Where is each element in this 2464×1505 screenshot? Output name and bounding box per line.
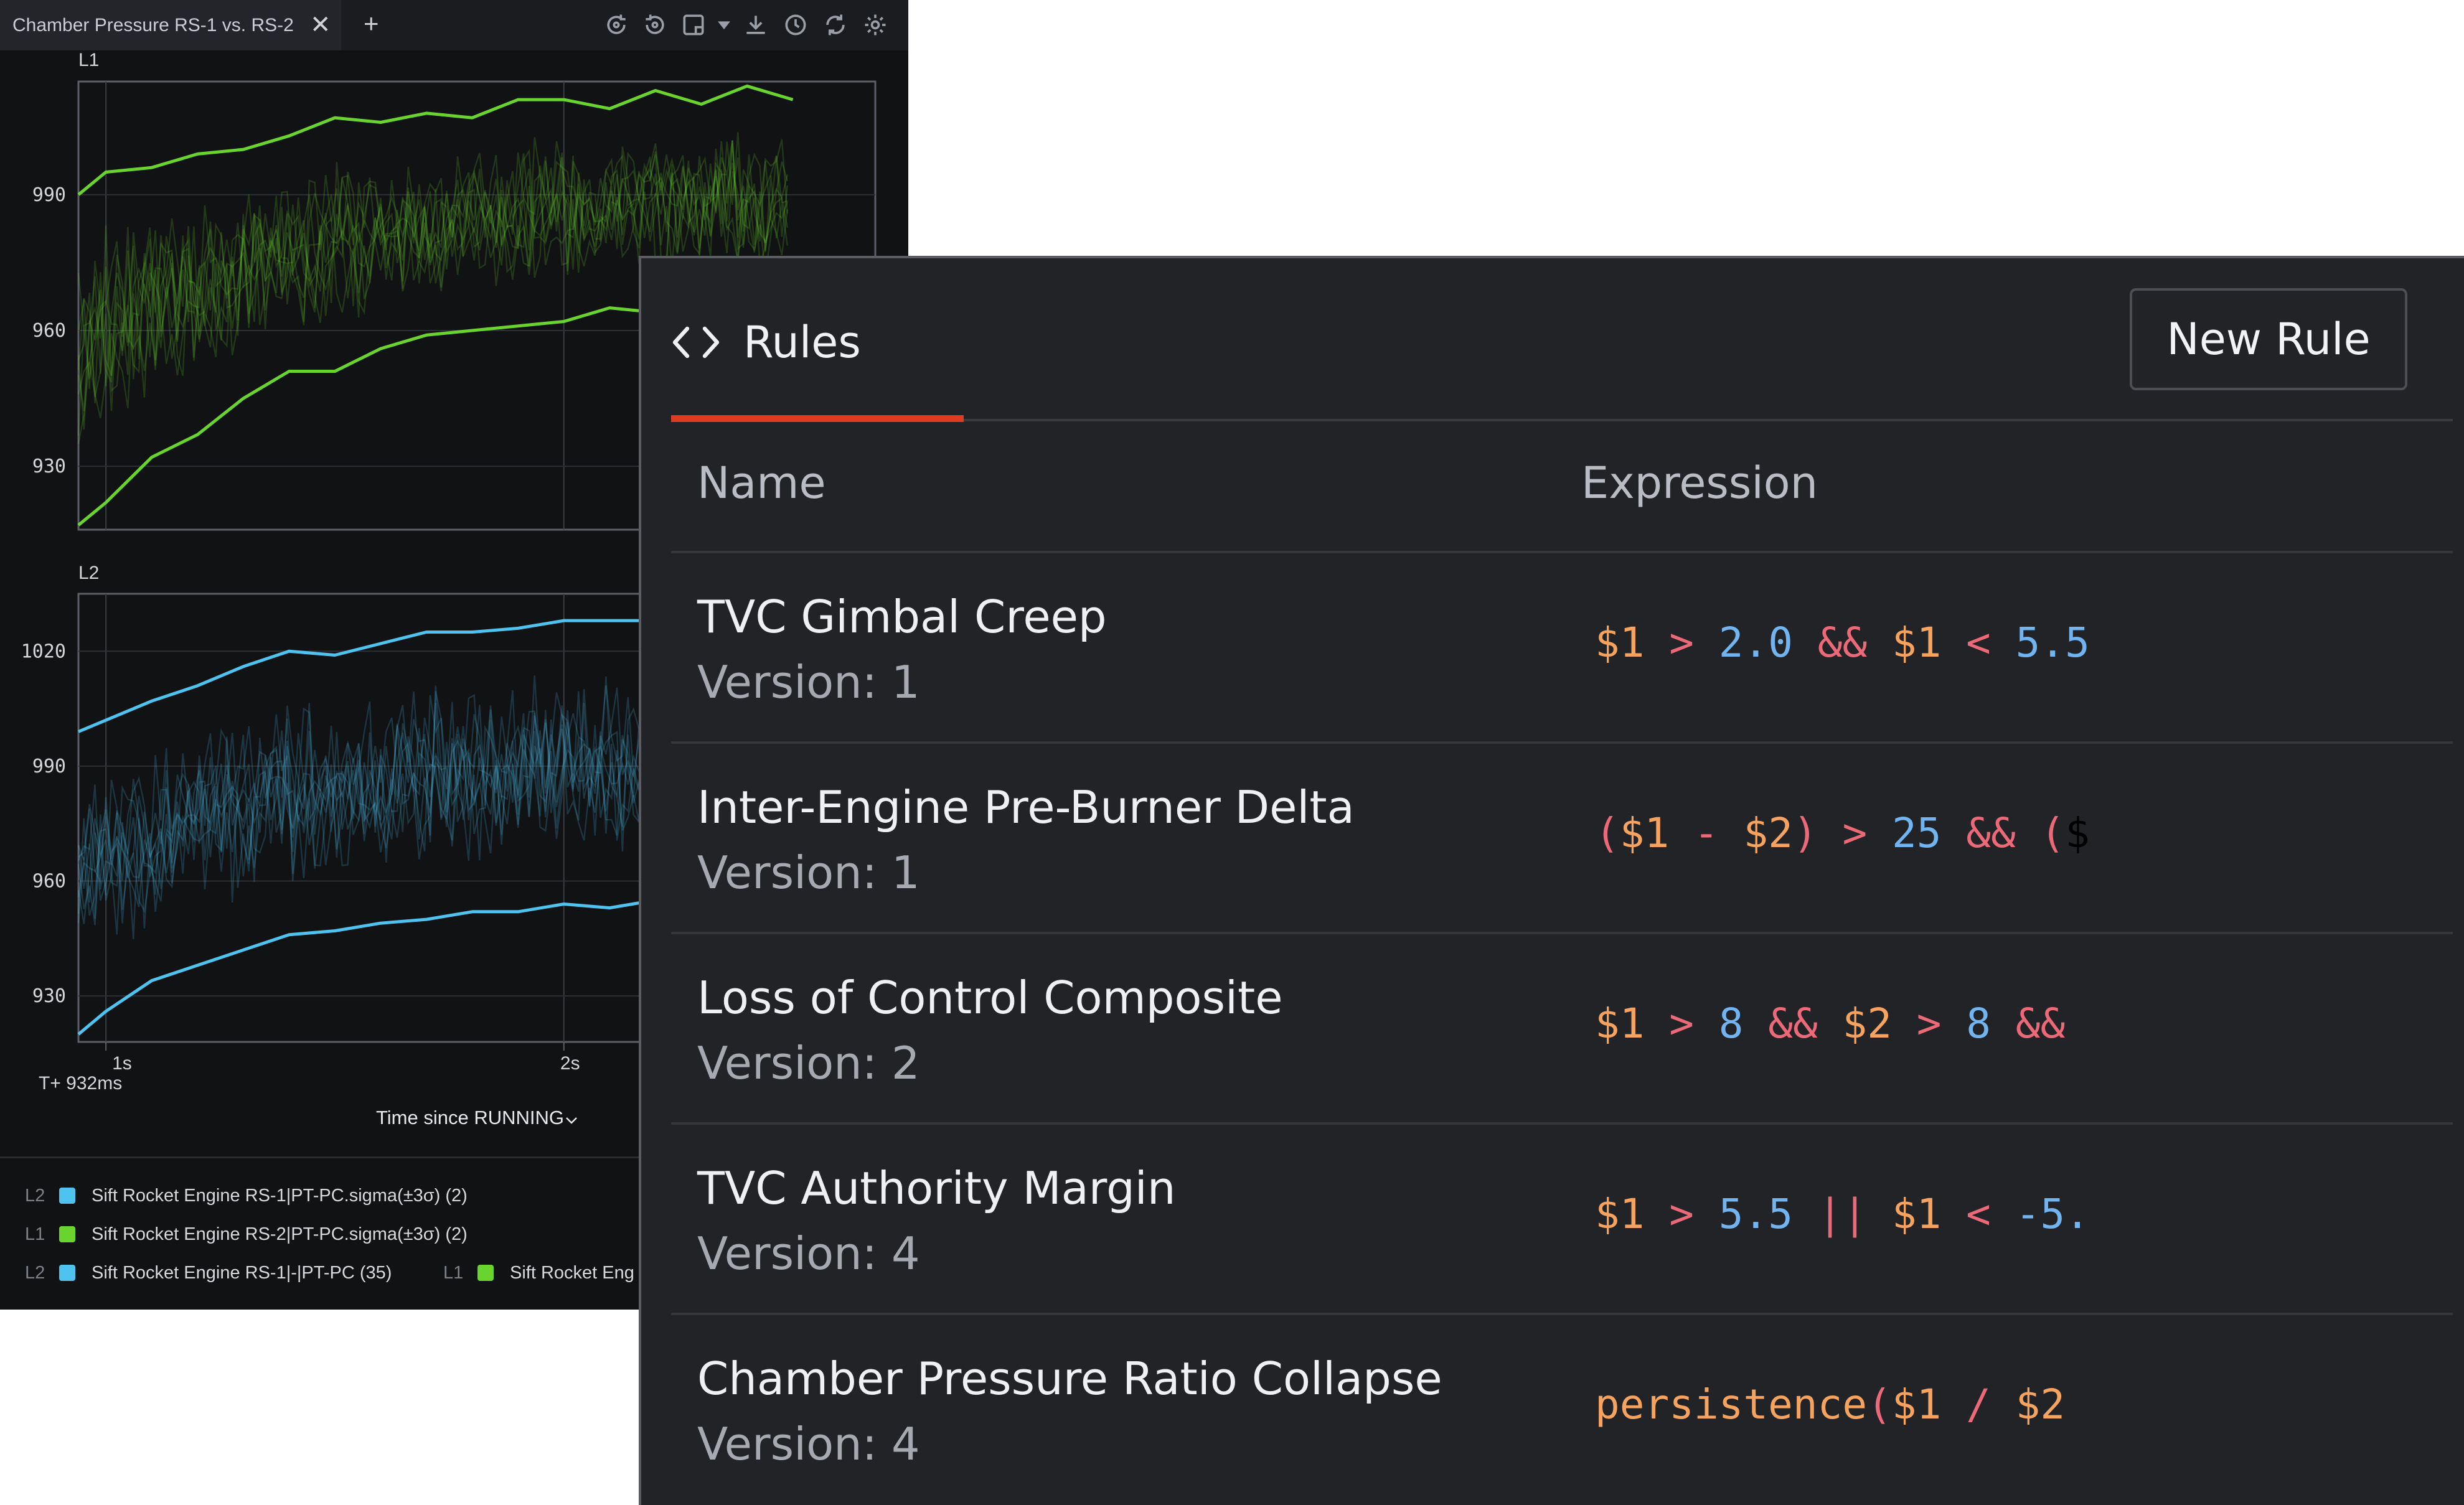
active-tab-indicator [671, 415, 964, 422]
rule-name: Loss of Control Composite [697, 972, 1283, 1024]
axis-title: L1 [78, 50, 99, 70]
rule-version: Version: 2 [697, 1037, 920, 1089]
table-row[interactable]: Loss of Control Composite Version: 2 $1 … [671, 932, 2453, 1122]
rule-expression: $1 > 2.0 && $1 < 5.5 [1595, 619, 2090, 667]
legend-item[interactable]: L1 Sift Rocket Engine RS-2|PT-PC.sigma(±3… [25, 1224, 468, 1252]
legend-axis: L2 [25, 1186, 45, 1206]
rule-version: Version: 1 [697, 846, 920, 899]
x-axis-label: Time since RUNNING [376, 1107, 564, 1128]
rule-name: TVC Authority Margin [697, 1162, 1176, 1214]
series-line [77, 84, 794, 196]
legend-label: Sift Rocket Engine RS-2|PT-PC.sigma(±3σ)… [92, 1224, 468, 1244]
legend-item[interactable]: L1 Sift Rocket Eng [443, 1263, 634, 1290]
legend-label: Sift Rocket Engine RS-1|-|PT-PC (35) [92, 1263, 392, 1283]
y-tick-label: 1020 [21, 640, 66, 662]
legend-swatch [59, 1226, 75, 1242]
x-tick-label: 2s [560, 1053, 580, 1074]
y-tick-label: 930 [32, 456, 66, 477]
legend-axis: L1 [443, 1263, 464, 1283]
table-row[interactable]: TVC Gimbal Creep Version: 1 $1 > 2.0 && … [671, 551, 2453, 741]
rule-name: Inter-Engine Pre-Burner Delta [697, 781, 1355, 833]
legend-axis: L1 [25, 1224, 45, 1244]
table-row[interactable]: TVC Authority Margin Version: 4 $1 > 5.5… [671, 1122, 2453, 1312]
rule-expression: $1 > 8 && $2 > 8 && [1595, 1000, 2066, 1048]
legend-item[interactable]: L2 Sift Rocket Engine RS-1|-|PT-PC (35) [25, 1263, 392, 1290]
rule-expression: ($1 - $2) > 25 && ($ [1595, 809, 2090, 857]
rule-version: Version: 1 [697, 656, 920, 708]
legend-swatch [59, 1265, 75, 1281]
new-rule-button[interactable]: New Rule [2130, 288, 2407, 390]
y-tick-label: 990 [32, 184, 66, 206]
rule-version: Version: 4 [697, 1418, 920, 1470]
origin-label: T+ 932ms [39, 1073, 122, 1094]
legend-swatch [477, 1265, 494, 1281]
y-tick-label: 990 [32, 756, 66, 777]
legend-label: Sift Rocket Engine RS-1|PT-PC.sigma(±3σ)… [92, 1186, 468, 1206]
legend-swatch [59, 1188, 75, 1204]
rule-name: Chamber Pressure Ratio Collapse [697, 1353, 1442, 1405]
y-tick-label: 960 [32, 871, 66, 893]
legend-axis: L2 [25, 1263, 45, 1283]
rules-tab-label: Rules [743, 317, 861, 368]
table-row[interactable]: Inter-Engine Pre-Burner Delta Version: 1… [671, 741, 2453, 931]
x-tick-label: 1s [112, 1053, 132, 1074]
chevron-down-icon [566, 1117, 577, 1124]
column-header-name[interactable]: Name [697, 457, 826, 509]
tab-rules[interactable]: Rules [671, 308, 861, 377]
table-row[interactable]: Chamber Pressure Ratio Collapse Version:… [671, 1313, 2453, 1503]
column-header-expression[interactable]: Expression [1581, 457, 1818, 509]
legend-item[interactable]: L2 Sift Rocket Engine RS-1|PT-PC.sigma(±3… [25, 1186, 468, 1213]
y-tick-label: 960 [32, 320, 66, 342]
axis-title: L2 [78, 563, 99, 583]
rule-expression: $1 > 5.5 || $1 < -5. [1595, 1190, 2090, 1238]
rule-name: TVC Gimbal Creep [697, 591, 1107, 643]
rule-expression: persistence($1 / $2 [1595, 1381, 2066, 1428]
rules-panel: Rules New Rule Name Expression TVC Gimba… [639, 256, 2464, 1505]
y-tick-label: 930 [32, 985, 66, 1007]
code-icon [672, 326, 720, 359]
rule-version: Version: 4 [697, 1227, 920, 1280]
legend-label: Sift Rocket Eng [510, 1263, 634, 1283]
